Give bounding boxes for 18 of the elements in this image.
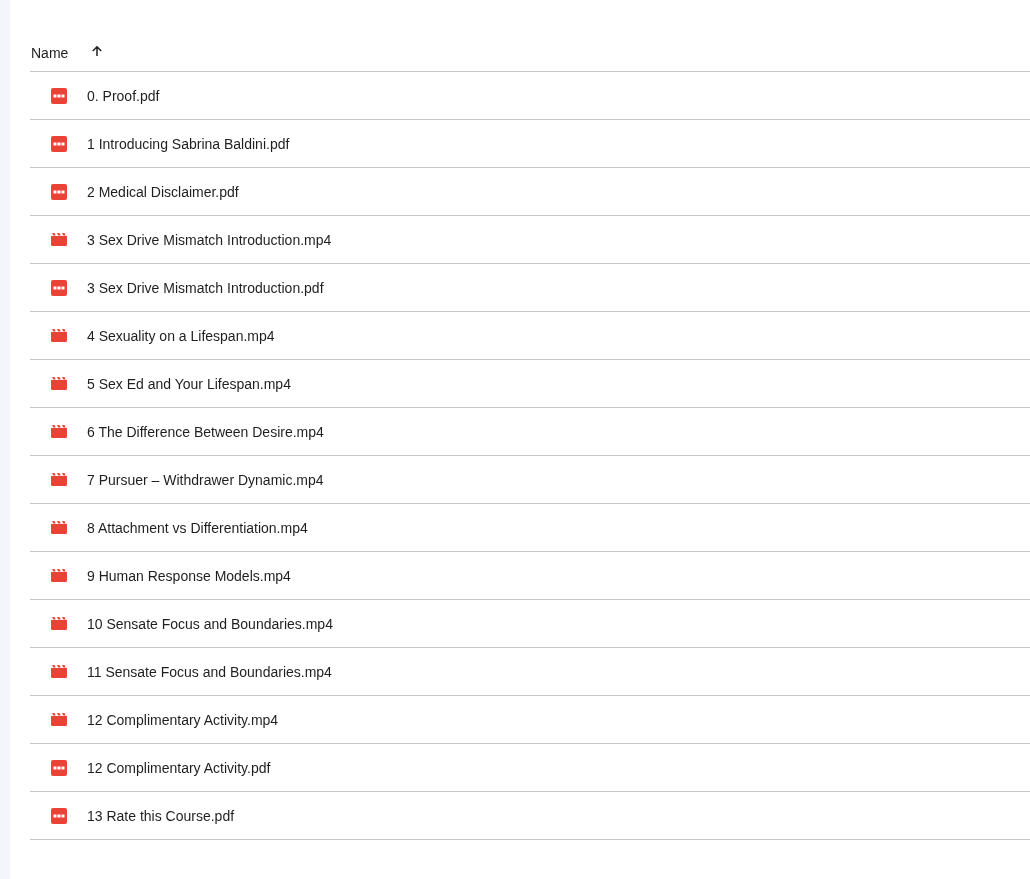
file-name[interactable]: 10 Sensate Focus and Boundaries.mp4 — [87, 615, 333, 632]
file-name[interactable]: 11 Sensate Focus and Boundaries.mp4 — [87, 663, 332, 680]
file-name[interactable]: 6 The Difference Between Desire.mp4 — [87, 423, 324, 440]
file-name[interactable]: 1 Introducing Sabrina Baldini.pdf — [87, 135, 290, 152]
file-name[interactable]: 8 Attachment vs Differentiation.mp4 — [87, 519, 308, 536]
file-name[interactable]: 3 Sex Drive Mismatch Introduction.pdf — [87, 279, 324, 296]
file-name[interactable]: 0. Proof.pdf — [87, 87, 160, 104]
file-name[interactable]: 7 Pursuer – Withdrawer Dynamic.mp4 — [87, 471, 324, 488]
file-name[interactable]: 3 Sex Drive Mismatch Introduction.mp4 — [87, 231, 332, 248]
file-name[interactable]: 5 Sex Ed and Your Lifespan.mp4 — [87, 375, 291, 392]
file-name[interactable]: 2 Medical Disclaimer.pdf — [87, 183, 239, 200]
file-name[interactable]: 4 Sexuality on a Lifespan.mp4 — [87, 327, 275, 344]
file-name[interactable]: 12 Complimentary Activity.pdf — [87, 759, 271, 776]
name-column-header[interactable]: Name — [31, 45, 69, 61]
file-name[interactable]: 13 Rate this Course.pdf — [87, 807, 235, 824]
sort-up-arrow-icon[interactable] — [91, 45, 104, 57]
file-name[interactable]: 12 Complimentary Activity.mp4 — [87, 711, 279, 728]
file-name[interactable]: 9 Human Response Models.mp4 — [87, 567, 291, 584]
